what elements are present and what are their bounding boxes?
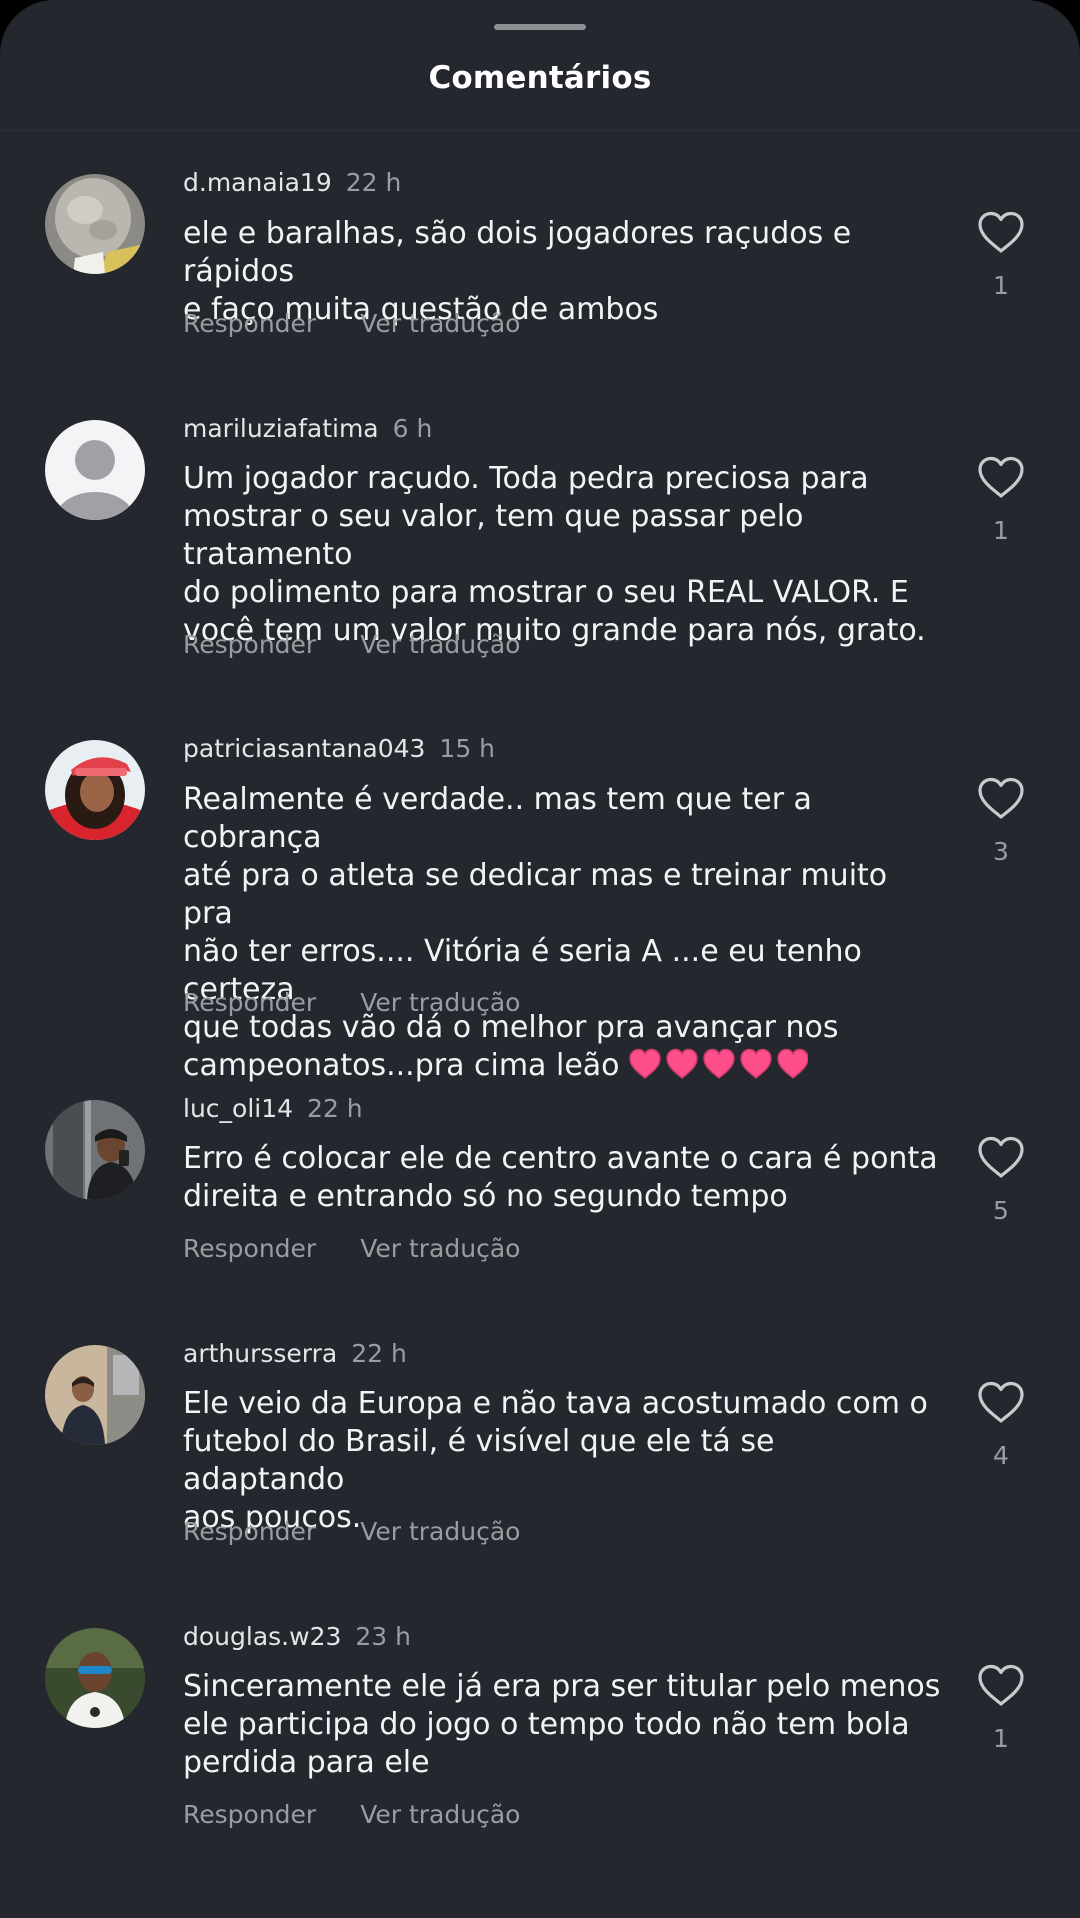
reply-button[interactable]: Responder xyxy=(183,988,316,1017)
username[interactable]: mariluziafatima xyxy=(183,414,379,443)
like-count: 3 xyxy=(993,837,1009,866)
reply-button[interactable]: Responder xyxy=(183,1517,316,1546)
comment-time: 6 h xyxy=(392,414,433,443)
like-count: 5 xyxy=(993,1196,1009,1225)
translate-button[interactable]: Ver tradução xyxy=(360,988,520,1017)
comment-actions: Responder Ver tradução xyxy=(183,988,520,1018)
like-count: 1 xyxy=(993,271,1009,300)
comment-text-body: Realmente é verdade.. mas tem que ter a … xyxy=(183,782,888,1083)
comment-meta: mariluziafatima 6 h xyxy=(183,414,432,444)
drag-handle[interactable] xyxy=(494,24,586,30)
header-divider xyxy=(0,130,1080,131)
heart-emoji-icon xyxy=(628,1047,809,1091)
heart-icon[interactable] xyxy=(976,1663,1026,1707)
avatar[interactable] xyxy=(45,1345,145,1445)
avatar[interactable] xyxy=(45,174,145,274)
comment-actions: Responder Ver tradução xyxy=(183,1234,520,1264)
comment-meta: patriciasantana043 15 h xyxy=(183,734,495,764)
like-count: 1 xyxy=(993,516,1009,545)
comment-time: 23 h xyxy=(355,1622,411,1651)
username[interactable]: douglas.w23 xyxy=(183,1622,341,1651)
heart-icon[interactable] xyxy=(976,776,1026,820)
comments-sheet: Comentários d.manaia19 22 h ele e baralha… xyxy=(0,0,1080,1918)
comment-meta: luc_oli14 22 h xyxy=(183,1094,363,1124)
comment-time: 22 h xyxy=(307,1094,363,1123)
comment-text: Erro é colocar ele de centro avante o ca… xyxy=(183,1141,938,1214)
heart-icon[interactable] xyxy=(976,1135,1026,1179)
heart-icon[interactable] xyxy=(976,210,1026,254)
translate-button[interactable]: Ver tradução xyxy=(360,1517,520,1546)
comment-time: 22 h xyxy=(351,1339,407,1368)
avatar[interactable] xyxy=(45,1628,145,1728)
default-avatar-icon[interactable] xyxy=(45,420,145,520)
translate-button[interactable]: Ver tradução xyxy=(360,630,520,659)
comment-meta: arthursserra 22 h xyxy=(183,1339,407,1369)
comment-actions: Responder Ver tradução xyxy=(183,309,520,339)
username[interactable]: patriciasantana043 xyxy=(183,734,425,763)
comment-meta: douglas.w23 23 h xyxy=(183,1622,411,1652)
comment-text: Sinceramente ele já era pra ser titular … xyxy=(183,1669,941,1780)
comment-actions: Responder Ver tradução xyxy=(183,1800,520,1830)
reply-button[interactable]: Responder xyxy=(183,309,316,338)
like-count: 1 xyxy=(993,1724,1009,1753)
avatar[interactable] xyxy=(45,1100,145,1200)
translate-button[interactable]: Ver tradução xyxy=(360,1800,520,1829)
comment-text: Um jogador raçudo. Toda pedra preciosa p… xyxy=(183,461,926,648)
reply-button[interactable]: Responder xyxy=(183,630,316,659)
username[interactable]: luc_oli14 xyxy=(183,1094,293,1123)
username[interactable]: d.manaia19 xyxy=(183,168,332,197)
heart-icon[interactable] xyxy=(976,455,1026,499)
comment-time: 15 h xyxy=(439,734,496,763)
heart-icon[interactable] xyxy=(976,1380,1026,1424)
username[interactable]: arthursserra xyxy=(183,1339,337,1368)
sheet-title: Comentários xyxy=(428,60,652,96)
comment-meta: d.manaia19 22 h xyxy=(183,168,401,198)
comment-actions: Responder Ver tradução xyxy=(183,630,520,660)
comment-actions: Responder Ver tradução xyxy=(183,1517,520,1547)
avatar[interactable] xyxy=(45,740,145,840)
comment-text: Ele veio da Europa e não tava acostumado… xyxy=(183,1386,928,1535)
comment-time: 22 h xyxy=(345,168,402,197)
translate-button[interactable]: Ver tradução xyxy=(360,309,520,338)
translate-button[interactable]: Ver tradução xyxy=(360,1234,520,1263)
reply-button[interactable]: Responder xyxy=(183,1800,316,1829)
reply-button[interactable]: Responder xyxy=(183,1234,316,1263)
comment-text: Realmente é verdade.. mas tem que ter a … xyxy=(183,781,943,1091)
like-count: 4 xyxy=(993,1441,1009,1470)
